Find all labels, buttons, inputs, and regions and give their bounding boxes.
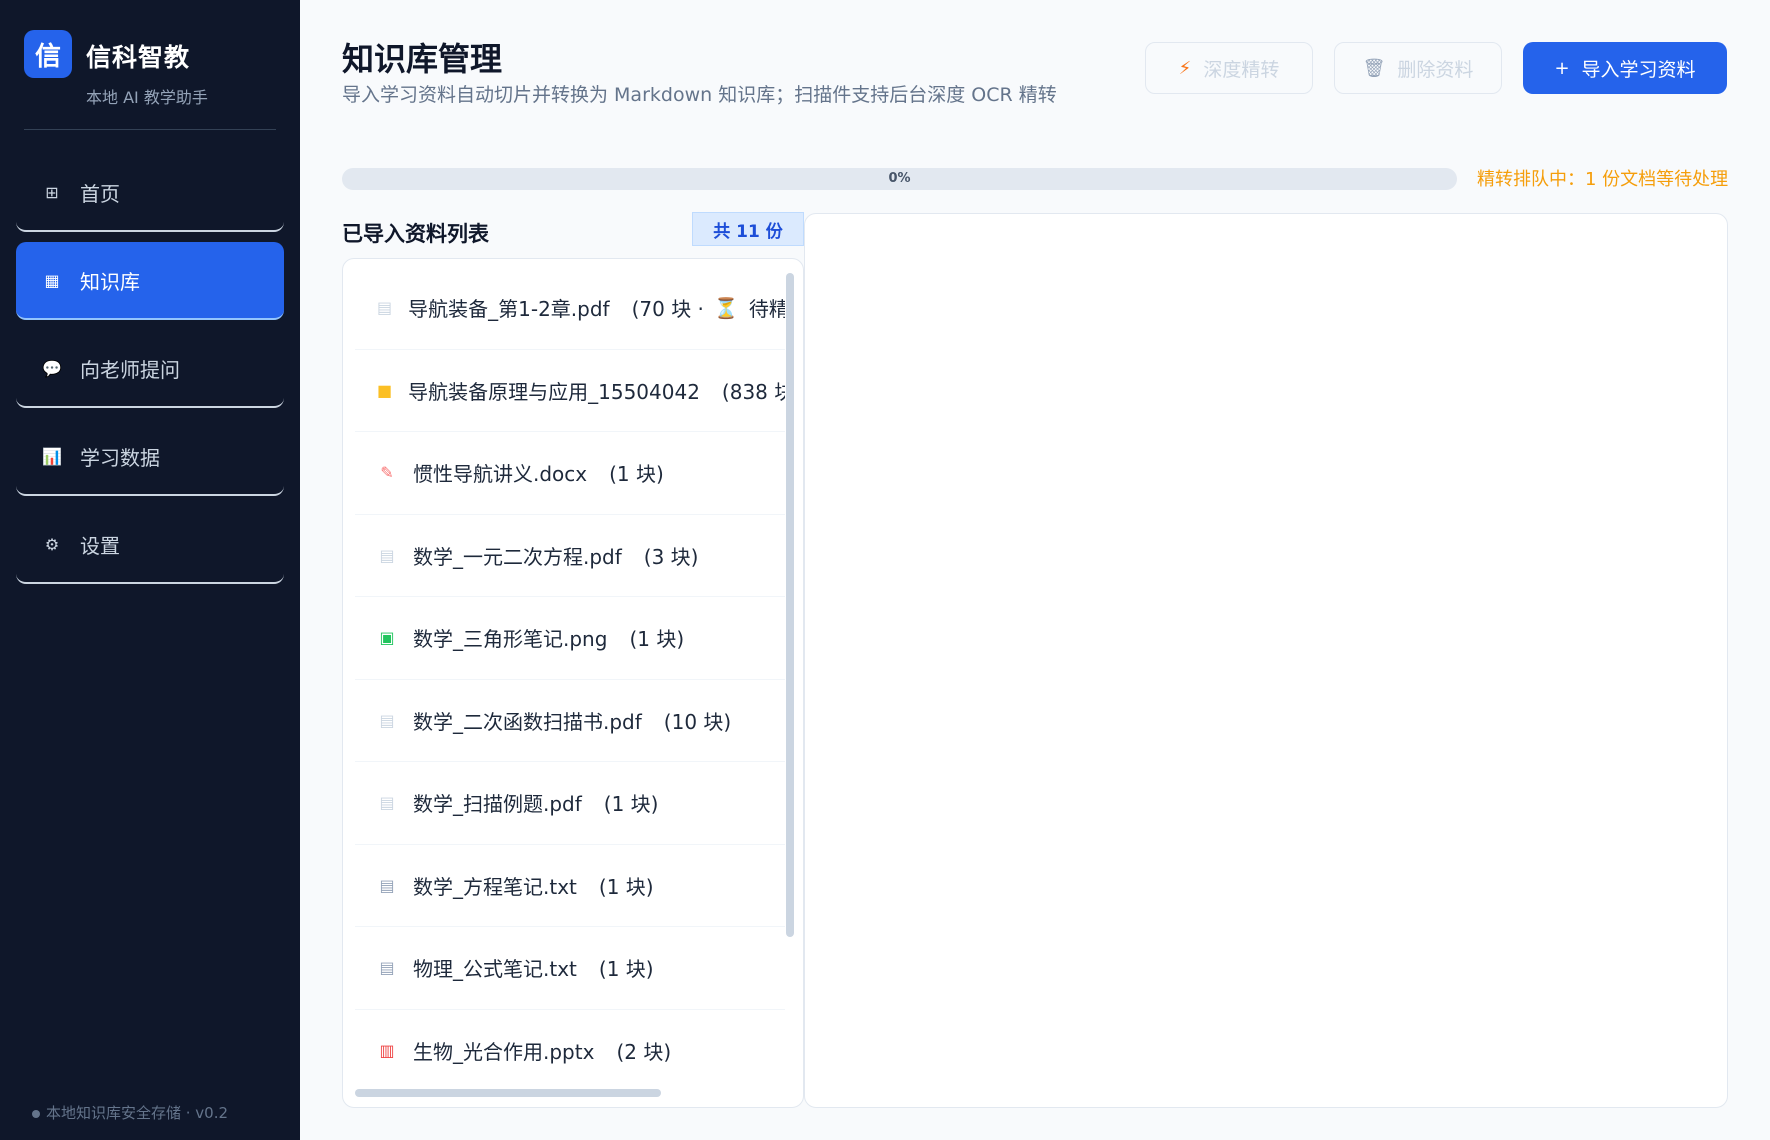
list-item[interactable]: ▥ 生物_光合作用.pptx (2 块) [355, 1010, 785, 1088]
file-name: 数学_二次函数扫描书.pdf [413, 709, 642, 734]
pending-status: 待精 [748, 297, 785, 322]
file-name: 导航装备原理与应用_15504042 [408, 379, 700, 404]
delete-material-button[interactable]: 🗑 删除资料 [1334, 42, 1502, 94]
sidebar-footer: 本地知识库安全存储 · v0.2 [32, 1102, 228, 1123]
sidebar-divider [24, 129, 276, 130]
lightning-icon: ⚡ [1178, 57, 1192, 79]
file-list[interactable]: ▤ 导航装备_第1-2章.pdf (70 块 · ⏳ 待精 ■ 导航装备原理与应… [355, 267, 785, 1087]
sidebar-item-home[interactable]: ⊞ 首页 [16, 154, 284, 232]
page-subtitle: 导入学习资料自动切片并转换为 Markdown 知识库；扫描件支持后台深度 OC… [342, 84, 1057, 106]
text-file-icon: ▤ [379, 875, 395, 895]
list-item[interactable]: ✎ 惯性导航讲义.docx (1 块) [355, 432, 785, 515]
text-file-icon: ▤ [379, 958, 395, 978]
file-name: 数学_扫描例题.pdf [413, 792, 582, 817]
file-name: 数学_方程笔记.txt [413, 874, 577, 899]
file-name: 生物_光合作用.pptx [413, 1039, 595, 1064]
sidebar-item-label: 学习数据 [80, 445, 160, 470]
list-item[interactable]: ▤ 数学_二次函数扫描书.pdf (10 块) [355, 680, 785, 762]
sidebar-item-settings[interactable]: ⚙ 设置 [16, 506, 284, 584]
delete-material-label: 删除资料 [1397, 58, 1474, 81]
page-title: 知识库管理 [342, 40, 503, 78]
progress-bar: 0% [342, 168, 1457, 190]
footer-text: 本地知识库安全存储 · v0.2 [46, 1104, 229, 1122]
file-meta: (1 块) [598, 957, 654, 982]
sidebar-item-label: 设置 [80, 533, 120, 558]
file-meta: (1 块) [603, 792, 659, 817]
sidebar-item-label: 首页 [80, 181, 120, 206]
image-icon: ▣ [379, 628, 395, 648]
file-meta: (1 块) [609, 462, 664, 487]
deep-convert-button[interactable]: ⚡ 深度精转 [1145, 42, 1313, 94]
file-meta: (10 块) [663, 709, 732, 734]
list-item[interactable]: ▤ 导航装备_第1-2章.pdf (70 块 · ⏳ 待精 [355, 267, 785, 350]
brand: 信 信科智教 本地 AI 教学助手 [24, 30, 208, 108]
main-content: 知识库管理 导入学习资料自动切片并转换为 Markdown 知识库；扫描件支持后… [300, 0, 1770, 1140]
document-icon: ▤ [379, 710, 395, 730]
status-dot-icon [32, 1109, 40, 1118]
list-item[interactable]: ▤ 数学_扫描例题.pdf (1 块) [355, 762, 785, 845]
file-name: 惯性导航讲义.docx [413, 462, 588, 487]
file-meta: (3 块) [643, 544, 699, 569]
list-header: 已导入资料列表 [342, 222, 489, 246]
sidebar-item-knowledge-base[interactable]: ▦ 知识库 [16, 242, 284, 320]
app-window: 信 信科智教 本地 AI 教学助手 ⊞ 首页 ▦ 知识库 💬 向老师提问 📊 学… [0, 0, 1770, 1140]
list-item[interactable]: ▤ 物理_公式笔记.txt (1 块) [355, 927, 785, 1010]
folder-icon: ■ [377, 380, 393, 400]
sidebar: 信 信科智教 本地 AI 教学助手 ⊞ 首页 ▦ 知识库 💬 向老师提问 📊 学… [0, 0, 300, 1140]
hourglass-icon: ⏳ [713, 295, 739, 320]
word-document-icon: ✎ [380, 463, 394, 483]
sidebar-item-label: 向老师提问 [80, 357, 180, 382]
list-item[interactable]: ▤ 数学_一元二次方程.pdf (3 块) [355, 515, 785, 597]
sidebar-nav: ⊞ 首页 ▦ 知识库 💬 向老师提问 📊 学习数据 ⚙ 设置 [16, 154, 284, 594]
presentation-icon: ▥ [379, 1040, 395, 1060]
home-grid-icon: ⊞ [45, 182, 59, 202]
sidebar-item-label: 知识库 [80, 269, 140, 294]
file-meta: (2 块) [616, 1039, 672, 1064]
file-name: 数学_一元二次方程.pdf [413, 544, 622, 569]
import-material-button[interactable]: + 导入学习资料 [1523, 42, 1727, 94]
vertical-scrollbar[interactable] [786, 273, 794, 937]
bar-chart-icon: 📊 [42, 446, 62, 466]
file-name: 数学_三角形笔记.png [413, 627, 608, 652]
file-meta: (70 块 · [631, 297, 704, 322]
file-meta: (1 块) [629, 627, 685, 652]
file-meta: (1 块) [598, 874, 654, 899]
list-item[interactable]: ▤ 数学_方程笔记.txt (1 块) [355, 845, 785, 927]
plus-icon: + [1554, 57, 1570, 79]
chat-bubble-icon: 💬 [42, 358, 62, 378]
file-meta: (838 块 [721, 379, 785, 404]
import-material-label: 导入学习资料 [1581, 58, 1696, 81]
horizontal-scrollbar[interactable] [355, 1089, 661, 1097]
deep-convert-label: 深度精转 [1203, 58, 1280, 81]
books-icon: ▦ [44, 270, 60, 290]
gear-icon: ⚙ [44, 534, 60, 554]
brand-name: 信科智教 [86, 43, 191, 72]
brand-logo: 信 [24, 30, 72, 78]
document-icon: ▤ [379, 545, 395, 565]
trash-icon: 🗑 [1362, 57, 1386, 79]
preview-panel [804, 213, 1728, 1108]
count-badge: 共 11 份 [692, 212, 804, 246]
file-name: 物理_公式笔记.txt [413, 957, 577, 982]
document-icon: ▤ [377, 298, 393, 318]
brand-subtitle: 本地 AI 教学助手 [86, 88, 208, 107]
file-list-panel: ▤ 导航装备_第1-2章.pdf (70 块 · ⏳ 待精 ■ 导航装备原理与应… [342, 258, 804, 1108]
file-name: 导航装备_第1-2章.pdf [408, 297, 610, 322]
sidebar-item-ask-teacher[interactable]: 💬 向老师提问 [16, 330, 284, 408]
document-icon: ▤ [379, 793, 395, 813]
progress-label: 0% [888, 171, 911, 186]
list-item[interactable]: ■ 导航装备原理与应用_15504042 (838 块 [355, 350, 785, 432]
list-item[interactable]: ▣ 数学_三角形笔记.png (1 块) [355, 597, 785, 680]
queue-status: 精转排队中：1 份文档等待处理 [1477, 169, 1729, 190]
sidebar-item-learning-data[interactable]: 📊 学习数据 [16, 418, 284, 496]
